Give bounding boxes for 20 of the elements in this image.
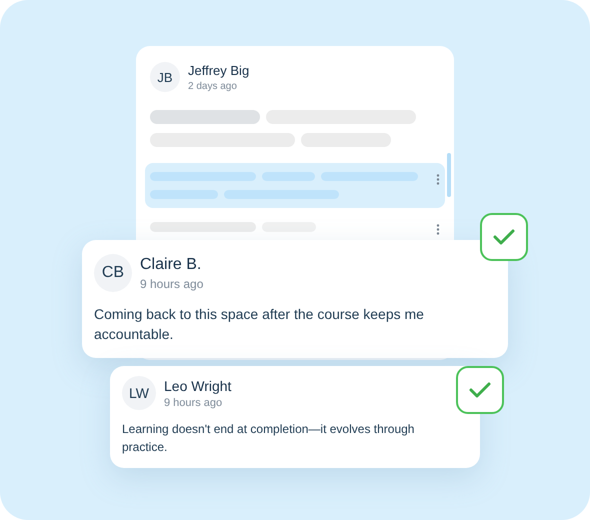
author-name: Claire B. xyxy=(140,256,202,274)
avatar: CB xyxy=(94,254,132,292)
scrollbar[interactable] xyxy=(447,153,451,197)
post-time: 2 days ago xyxy=(188,80,238,92)
more-icon[interactable] xyxy=(436,224,440,235)
author-name: Jeffrey Big xyxy=(188,62,250,78)
more-icon[interactable] xyxy=(436,174,440,185)
post-time: 9 hours ago xyxy=(164,396,224,408)
review-text: Coming back to this space after the course keeps me accountable. xyxy=(94,305,425,344)
check-icon xyxy=(493,229,515,245)
avatar: LW xyxy=(122,376,156,410)
approved-badge[interactable] xyxy=(480,213,528,261)
text-placeholder xyxy=(150,190,218,199)
text-placeholder xyxy=(262,172,315,181)
check-icon xyxy=(469,382,491,398)
avatar: JB xyxy=(150,62,180,92)
post-time: 9 hours ago xyxy=(140,276,204,290)
approved-badge[interactable] xyxy=(456,366,504,414)
author-name: Leo Wright xyxy=(164,378,232,394)
review-text: Learning doesn't end at completion—it evolves through practice. xyxy=(122,421,416,456)
